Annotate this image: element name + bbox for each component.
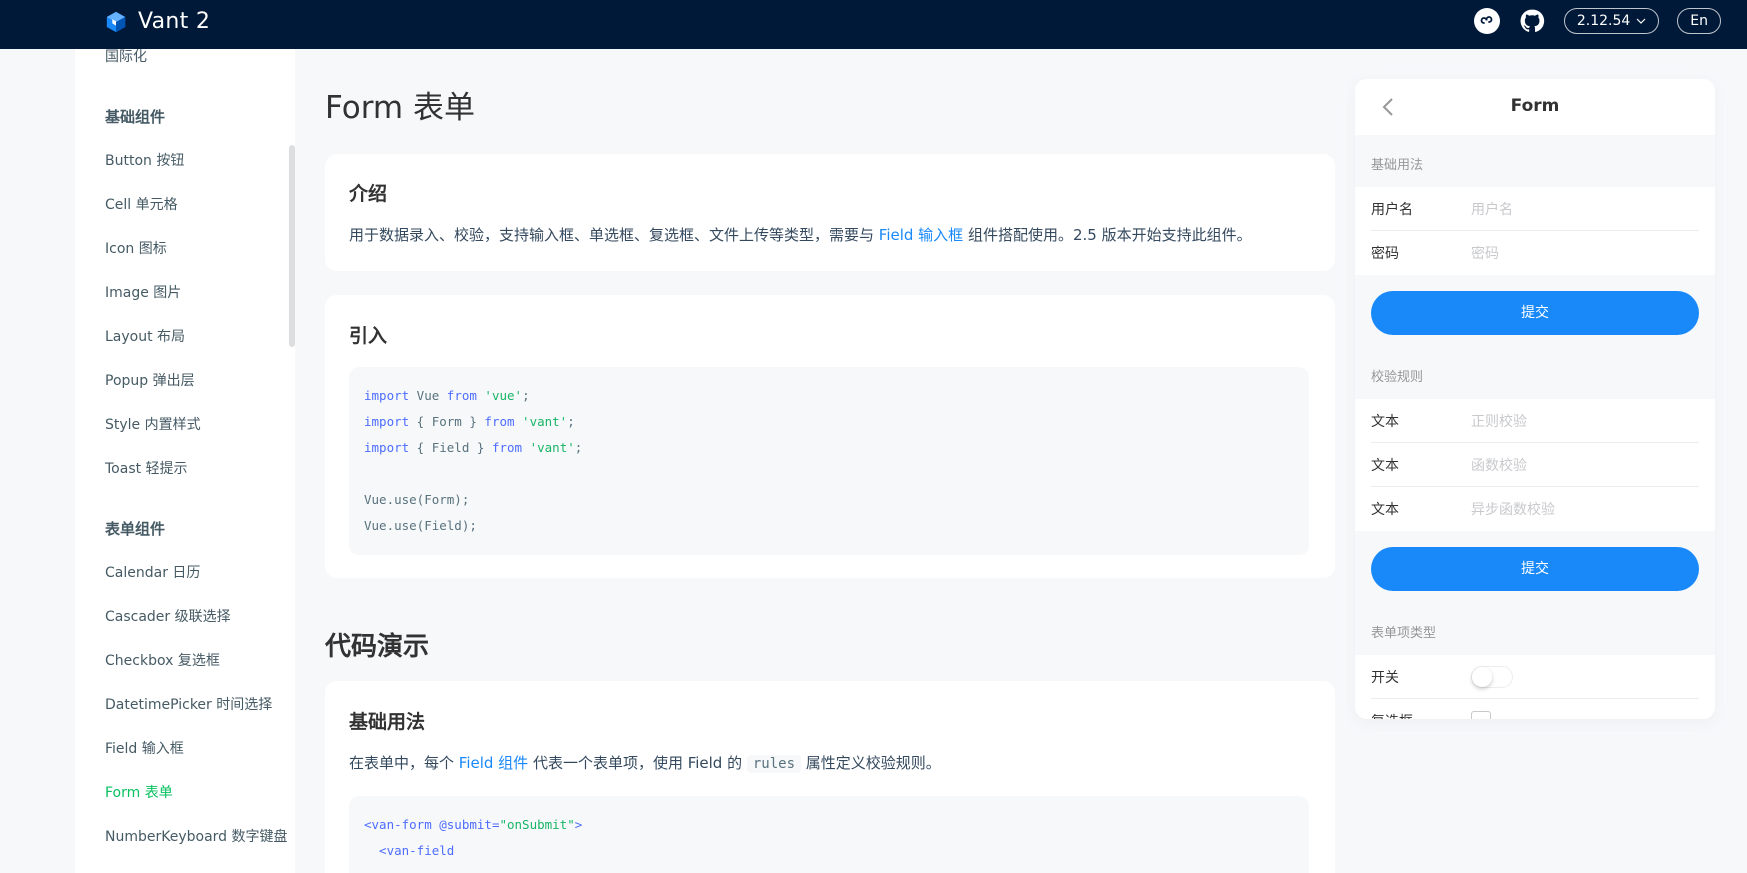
function-input[interactable]: 函数校验 bbox=[1471, 455, 1527, 475]
site-title: Vant 2 bbox=[138, 9, 211, 34]
sidebar-item-icon[interactable]: Icon 图标 bbox=[105, 238, 167, 258]
sim-navbar: Form bbox=[1355, 79, 1715, 135]
sidebar-item-toast[interactable]: Toast 轻提示 bbox=[105, 458, 188, 478]
sim-field-switch: 开关 bbox=[1371, 655, 1699, 699]
field-link[interactable]: Field 输入框 bbox=[879, 226, 963, 244]
checkbox-control[interactable] bbox=[1471, 711, 1491, 719]
submit-button[interactable]: 提交 bbox=[1371, 547, 1699, 591]
sidebar-item-style[interactable]: Style 内置样式 bbox=[105, 414, 201, 434]
sidebar-item-button[interactable]: Button 按钮 bbox=[105, 150, 184, 170]
sim-field-regex[interactable]: 文本 正则校验 bbox=[1371, 399, 1699, 443]
sim-cell-group: 用户名 用户名 密码 密码 bbox=[1355, 187, 1715, 275]
sim-cell-group: 文本 正则校验 文本 函数校验 文本 异步函数校验 bbox=[1355, 399, 1715, 531]
intro-card: 介绍 用于数据录入、校验，支持输入框、单选框、复选框、文件上传等类型，需要与 F… bbox=[325, 154, 1335, 271]
code-line: <van-form @submit="onSubmit"> bbox=[364, 817, 583, 832]
sim-field-username[interactable]: 用户名 用户名 bbox=[1371, 187, 1699, 231]
username-input[interactable]: 用户名 bbox=[1471, 199, 1513, 219]
code-line: Vue.use(Form); bbox=[364, 492, 470, 507]
sidebar-item-layout[interactable]: Layout 布局 bbox=[105, 326, 185, 346]
basic-heading: 基础用法 bbox=[349, 711, 426, 733]
import-card: 引入 import Vue from 'vue'; import { Form … bbox=[325, 295, 1335, 578]
sidebar-group-form: 表单组件 bbox=[105, 520, 166, 538]
header-actions: 2.12.54 En bbox=[1473, 7, 1721, 35]
regex-input[interactable]: 正则校验 bbox=[1471, 411, 1527, 431]
language-switch[interactable]: En bbox=[1677, 8, 1721, 34]
sidebar-item-calendar[interactable]: Calendar 日历 bbox=[105, 562, 200, 582]
sim-section-title: 校验规则 bbox=[1371, 370, 1424, 385]
sidebar-item-popup[interactable]: Popup 弹出层 bbox=[105, 370, 195, 390]
password-input[interactable]: 密码 bbox=[1471, 243, 1499, 263]
sidebar-scrollbar[interactable] bbox=[289, 145, 295, 347]
version-label: 2.12.54 bbox=[1576, 13, 1631, 29]
github-icon[interactable] bbox=[1518, 7, 1546, 35]
basic-code-block: <van-form @submit="onSubmit"> <van-field bbox=[349, 796, 1309, 873]
sim-field-checkbox: 复选框 bbox=[1371, 699, 1699, 719]
sidebar-item-form[interactable]: Form 表单 bbox=[105, 782, 173, 802]
miniprogram-icon[interactable] bbox=[1473, 8, 1500, 34]
code-line: <van-field bbox=[364, 843, 455, 858]
async-input[interactable]: 异步函数校验 bbox=[1471, 499, 1555, 519]
code-line: import Vue from 'vue'; bbox=[364, 388, 530, 403]
sidebar-item-cell[interactable]: Cell 单元格 bbox=[105, 194, 178, 214]
sim-field-async[interactable]: 文本 异步函数校验 bbox=[1371, 487, 1699, 531]
sim-title: Form bbox=[1510, 96, 1560, 116]
sim-cell-group: 开关 复选框 bbox=[1355, 655, 1715, 719]
basic-usage-card: 基础用法 在表单中，每个 Field 组件 代表一个表单项，使用 Field 的… bbox=[325, 681, 1335, 873]
version-select[interactable]: 2.12.54 bbox=[1563, 8, 1660, 34]
page-title: Form 表单 bbox=[325, 90, 475, 126]
chevron-down-icon bbox=[1636, 18, 1646, 24]
import-code-block: import Vue from 'vue'; import { Form } f… bbox=[349, 367, 1309, 555]
submit-button[interactable]: 提交 bbox=[1371, 291, 1699, 335]
logo[interactable]: Vant 2 bbox=[105, 9, 210, 34]
top-header: Vant 2 2.12.54 En bbox=[0, 0, 1747, 49]
sidebar-item-i18n[interactable]: 国际化 bbox=[105, 46, 147, 66]
sidebar-item-numberkeyboard[interactable]: NumberKeyboard 数字键盘 bbox=[105, 826, 288, 846]
sim-field-function[interactable]: 文本 函数校验 bbox=[1371, 443, 1699, 487]
sidebar-item-image[interactable]: Image 图片 bbox=[105, 282, 181, 302]
sidebar-item-checkbox[interactable]: Checkbox 复选框 bbox=[105, 650, 220, 670]
sidebar-group-basic: 基础组件 bbox=[105, 108, 166, 126]
switch-toggle[interactable] bbox=[1471, 666, 1513, 688]
intro-text: 用于数据录入、校验，支持输入框、单选框、复选框、文件上传等类型，需要与 Fiel… bbox=[349, 226, 1252, 244]
sidebar-item-datetimepicker[interactable]: DatetimePicker 时间选择 bbox=[105, 694, 272, 714]
sim-section-title: 基础用法 bbox=[1371, 158, 1424, 173]
sim-section-title: 表单项类型 bbox=[1371, 626, 1437, 641]
sidebar-nav: 国际化 基础组件 Button 按钮 Cell 单元格 Icon 图标 Imag… bbox=[75, 49, 295, 873]
sim-field-password[interactable]: 密码 密码 bbox=[1371, 231, 1699, 275]
rules-code: rules bbox=[746, 755, 802, 773]
intro-heading: 介绍 bbox=[349, 183, 388, 205]
sidebar-item-cascader[interactable]: Cascader 级联选择 bbox=[105, 606, 231, 626]
code-line: import { Form } from 'vant'; bbox=[364, 414, 575, 429]
language-label: En bbox=[1690, 13, 1708, 29]
code-line: import { Field } from 'vant'; bbox=[364, 440, 583, 455]
import-heading: 引入 bbox=[349, 325, 388, 347]
code-line: Vue.use(Field); bbox=[364, 518, 477, 533]
basic-text: 在表单中，每个 Field 组件 代表一个表单项，使用 Field 的 rule… bbox=[349, 754, 941, 773]
switch-knob bbox=[1472, 667, 1492, 687]
field-component-link[interactable]: Field 组件 bbox=[459, 754, 528, 772]
vant-logo-icon bbox=[106, 11, 126, 32]
sidebar-item-field[interactable]: Field 输入框 bbox=[105, 738, 184, 758]
mobile-simulator: Form 基础用法 用户名 用户名 密码 密码 提交 校验规则 文本 正则校验 … bbox=[1355, 79, 1715, 719]
demo-section-title: 代码演示 bbox=[325, 632, 430, 662]
